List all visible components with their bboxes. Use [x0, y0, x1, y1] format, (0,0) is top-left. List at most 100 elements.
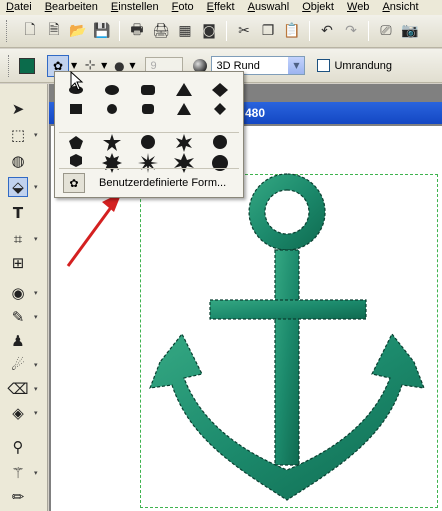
toolbar-separator	[368, 21, 369, 41]
chevron-down-icon: ▾	[34, 361, 38, 369]
open-icon[interactable]: 📂	[67, 20, 89, 42]
new-from-template-icon[interactable]: 🗎	[43, 20, 65, 42]
undo-icon[interactable]: ↶	[316, 20, 338, 42]
tool-red-eye[interactable]: ◉ ▾	[4, 282, 44, 304]
shape-diamond-small[interactable]	[214, 103, 226, 115]
basic-shapes	[69, 83, 228, 115]
eyedropper-icon: ⚚	[11, 464, 25, 482]
menu-datei[interactable]: Datei	[0, 0, 39, 15]
shape-spiral-star[interactable]	[213, 135, 227, 149]
print-layout-icon[interactable]: ▦	[174, 20, 196, 42]
shape-rounded-rect[interactable]	[141, 85, 155, 95]
chevron-down-icon: ▾	[34, 409, 38, 417]
menu-auswahl[interactable]: Auswahl	[242, 0, 297, 15]
mouse-cursor-icon	[70, 71, 84, 91]
custom-shape-label: Benutzerdefinierte Form...	[99, 177, 227, 189]
chevron-down-icon: ▾	[34, 131, 38, 139]
tool-zoom[interactable]: ⚲	[4, 436, 44, 458]
chevron-down-icon[interactable]: ▼	[101, 61, 107, 70]
shape-hexagon[interactable]	[70, 154, 82, 167]
shape-star-8[interactable]	[102, 153, 122, 173]
toolbar-separator	[226, 21, 227, 41]
shape-bounding-box	[140, 174, 438, 508]
options-grip[interactable]	[8, 54, 11, 77]
outline-label: Umrandung	[334, 59, 392, 72]
tool-straighten[interactable]: ⊞	[4, 252, 44, 274]
stamp-icon: ♟	[11, 332, 25, 350]
shape-circle-small[interactable]	[107, 104, 117, 114]
tool-heal[interactable]: ☄ ▾	[4, 354, 44, 376]
chevron-down-icon[interactable]: ▼	[71, 61, 77, 70]
tool-brush[interactable]: ✎ ▾	[4, 306, 44, 328]
text-tool-icon: T	[12, 204, 24, 222]
shape-triangle[interactable]	[176, 83, 192, 96]
capture-icon[interactable]: ◙	[198, 20, 220, 42]
marquee-icon: ⬚	[10, 126, 26, 144]
new-document-icon[interactable]: 🗋	[19, 20, 41, 42]
outline-checkbox[interactable]	[317, 59, 331, 72]
chevron-down-icon: ▾	[34, 289, 38, 297]
shape-pentagon[interactable]	[69, 136, 83, 149]
tool-lasso[interactable]: ◍	[4, 150, 44, 172]
shape-asterisk-6[interactable]	[176, 134, 192, 152]
toolbar-grip[interactable]	[6, 20, 9, 42]
tool-fill[interactable]: ◈ ▾	[4, 402, 44, 424]
menu-web[interactable]: Web	[341, 0, 376, 15]
tool-text[interactable]: T	[4, 202, 44, 224]
eye-icon: ◉	[11, 284, 25, 302]
save-icon[interactable]: 💾	[91, 20, 113, 42]
paste-icon[interactable]: 📋	[281, 20, 303, 42]
panel-divider	[59, 132, 239, 133]
toolbar-separator	[309, 21, 310, 41]
tool-marquee[interactable]: ⬚ ▾	[4, 124, 44, 146]
scanner-icon[interactable]: ⎚	[375, 20, 397, 42]
chevron-down-icon: ▾	[34, 469, 38, 477]
custom-shape-icon: ✿	[63, 173, 85, 193]
arrow-pointer-icon: ➤	[11, 100, 25, 118]
tool-eyedropper[interactable]: ⚚ ▾	[4, 462, 44, 484]
shape-starburst[interactable]	[138, 153, 158, 173]
tool-stamp[interactable]: ♟	[4, 330, 44, 352]
menu-effekt[interactable]: Effekt	[201, 0, 242, 15]
chevron-down-icon[interactable]: ▼	[288, 57, 305, 74]
print-icon[interactable]: 🖶	[126, 20, 148, 42]
chevron-down-icon: ▾	[34, 385, 38, 393]
straighten-icon: ⊞	[11, 254, 25, 272]
crop-icon: ⌗	[13, 230, 23, 248]
eraser-icon: ⌫	[7, 380, 29, 398]
shape-rounded-rect-small[interactable]	[142, 104, 154, 114]
lasso-icon: ◍	[11, 152, 25, 170]
shape-rectangle[interactable]	[70, 104, 82, 114]
chevron-down-icon[interactable]: ▼	[129, 61, 135, 70]
outline-checkbox-group[interactable]: Umrandung	[317, 59, 392, 72]
menu-objekt[interactable]: Objekt	[296, 0, 341, 15]
document-title: 480	[245, 106, 266, 120]
menu-bearbeiten[interactable]: Bearbeiten	[39, 0, 105, 15]
tool-crop[interactable]: ⌗ ▾	[4, 228, 44, 250]
standard-toolbar: 🗋 🗎 📂 💾 🖶 🖨 ▦ ◙ ✂ ❐ 📋 ↶ ↷ ⎚ 📷	[0, 15, 442, 48]
tool-shape[interactable]: ⬙ ▾	[4, 176, 44, 198]
foreground-color-swatch[interactable]	[19, 57, 35, 74]
shape-badge[interactable]	[141, 135, 155, 149]
style-select-value: 3D Rund	[216, 59, 260, 72]
print-preview-icon[interactable]: 🖨	[150, 20, 172, 42]
shape-diamond[interactable]	[212, 83, 228, 97]
camera-icon[interactable]: 📷	[399, 20, 421, 42]
shape-star-5[interactable]	[103, 134, 121, 151]
shape-triangle-small[interactable]	[177, 103, 191, 115]
shape-flower-star[interactable]	[174, 153, 194, 173]
tool-move[interactable]: ➤	[4, 98, 44, 120]
menu-einstellen[interactable]: Einstellen	[105, 0, 166, 15]
brush-icon: ✎	[11, 308, 25, 326]
cut-icon[interactable]: ✂	[233, 20, 255, 42]
custom-shape-item[interactable]: ✿ Benutzerdefinierte Form...	[63, 172, 237, 194]
shape-circle[interactable]	[105, 85, 119, 95]
menu-foto[interactable]: Foto	[166, 0, 201, 15]
tool-eraser[interactable]: ⌫ ▾	[4, 378, 44, 400]
redo-icon[interactable]: ↷	[340, 20, 362, 42]
tool-pencil[interactable]: ✏	[4, 486, 44, 508]
panel-divider	[59, 168, 239, 169]
paint-bucket-icon: ◈	[12, 404, 24, 422]
menu-ansicht[interactable]: Ansicht	[376, 0, 425, 15]
copy-icon[interactable]: ❐	[257, 20, 279, 42]
